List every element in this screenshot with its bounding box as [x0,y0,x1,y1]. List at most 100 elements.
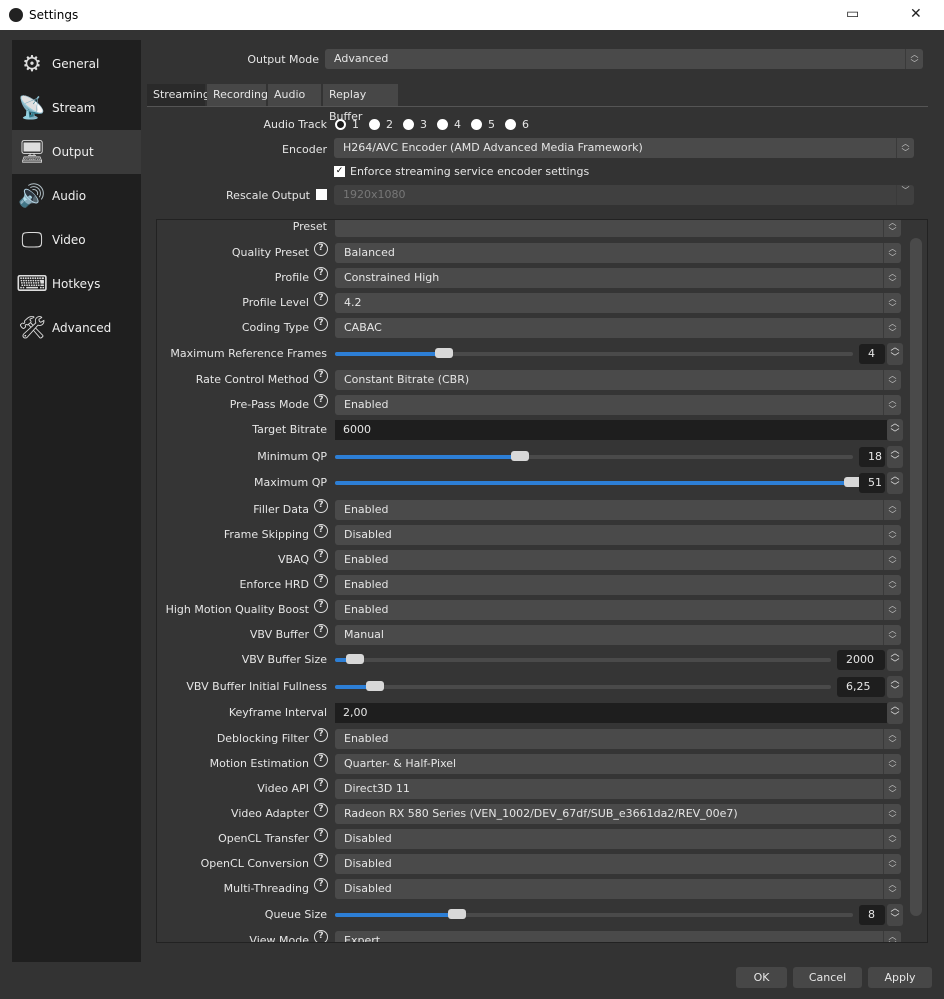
video-adapter-select[interactable]: Radeon RX 580 Series (VEN_1002/DEV_67df/… [335,804,901,824]
help-icon[interactable]: ? [314,878,328,892]
enforce-hrd-select[interactable]: Enabled ︿ ﹀ [335,575,901,595]
restore-icon[interactable]: ▭ [846,6,859,22]
maximum-reference-frames-spinbox[interactable]: 4 [859,344,885,364]
vbv-buffer-size-spinbox[interactable]: 2000 [837,650,885,670]
filler-data-select[interactable]: Enabled ︿ ﹀ [335,500,901,520]
help-icon[interactable]: ? [314,524,328,538]
slider-handle[interactable] [365,681,384,691]
audio-track-radio-6[interactable] [505,119,516,130]
rescale-checkbox[interactable] [316,189,327,200]
help-icon[interactable]: ? [314,778,328,792]
vbv-buffer-initial-fullness-spinbox[interactable]: 6,25 [837,677,885,697]
minimum-qp-spinbox[interactable]: 18 [859,447,885,467]
deblocking-filter-select[interactable]: Enabled ︿ ﹀ [335,729,901,749]
spin-arrows-icon[interactable]: ︿ ﹀ [887,446,903,468]
help-icon[interactable]: ? [314,803,328,817]
help-icon[interactable]: ? [314,292,328,306]
help-icon[interactable]: ? [314,930,328,942]
frame-skipping-select[interactable]: Disabled ︿ ﹀ [335,525,901,545]
spin-arrows-icon[interactable]: ︿ ﹀ [887,649,903,671]
tab-recording[interactable]: Recording [207,84,268,106]
slider-fill [335,455,520,459]
maximum-reference-frames-slider[interactable] [335,348,853,358]
opencl-transfer-select[interactable]: Disabled ︿ ﹀ [335,829,901,849]
audio-track-radio-3[interactable] [403,119,414,130]
help-icon[interactable]: ? [314,369,328,383]
sidebar-item-hotkeys[interactable]: ⌨ Hotkeys [12,262,141,306]
target-bitrate-input[interactable]: 6000 [335,420,887,440]
vbv-buffer-initial-fullness-slider[interactable] [335,681,831,691]
help-icon[interactable]: ? [314,549,328,563]
help-icon[interactable]: ? [314,599,328,613]
scrollbar[interactable] [910,238,922,916]
sidebar-item-stream[interactable]: 📡 Stream [12,86,141,130]
high-motion-quality-boost-select[interactable]: Enabled ︿ ﹀ [335,600,901,620]
sidebar-item-general[interactable]: ⚙ General [12,42,141,86]
minimum-qp-slider[interactable] [335,451,853,461]
encoder-select[interactable]: H264/AVC Encoder (AMD Advanced Media Fra… [334,138,914,158]
queue-size-slider[interactable] [335,909,853,919]
keyframe-interval-input[interactable]: 2,00 [335,703,887,723]
vbv-buffer-size-slider[interactable] [335,654,831,664]
help-icon[interactable]: ? [314,574,328,588]
target-bitrate-stepper[interactable]: ︿ ﹀ [887,419,903,441]
multi-threading-value: Disabled [344,882,392,895]
apply-button[interactable]: Apply [868,967,932,988]
audio-track-radio-4[interactable] [437,119,448,130]
spin-arrows-icon[interactable]: ︿ ﹀ [887,343,903,365]
sidebar-item-audio[interactable]: 🔊 Audio [12,174,141,218]
help-icon[interactable]: ? [314,853,328,867]
video-api-select[interactable]: Direct3D 11 ︿ ﹀ [335,779,901,799]
profile-select[interactable]: Constrained High ︿ ﹀ [335,268,901,288]
slider-handle[interactable] [447,909,466,919]
tab-replay-buffer[interactable]: Replay Buffer [323,84,398,123]
motion-estimation-select[interactable]: Quarter- & Half-Pixel ︿ ﹀ [335,754,901,774]
rescale-select[interactable]: 1920x1080 ﹀ [334,185,914,205]
sidebar-item-output[interactable]: 🖥 Output [12,130,141,174]
audio-track-radio-5[interactable] [471,119,482,130]
audio-track-radio-2[interactable] [369,119,380,130]
help-icon[interactable]: ? [314,624,328,638]
spin-arrows-icon[interactable]: ︿ ﹀ [887,472,903,494]
view-mode-select[interactable]: Expert ︿﹀ [335,931,901,942]
ok-button[interactable]: OK [736,967,787,988]
help-icon[interactable]: ? [314,394,328,408]
help-icon[interactable]: ? [314,267,328,281]
spin-arrows-icon[interactable]: ︿ ﹀ [887,676,903,698]
queue-size-spinbox[interactable]: 8 [859,905,885,925]
quality-preset-select[interactable]: Balanced ︿ ﹀ [335,243,901,263]
close-icon[interactable]: ✕ [910,6,922,22]
help-icon[interactable]: ? [314,317,328,331]
sidebar-item-video[interactable]: 🖵 Video [12,218,141,262]
keyframe-interval-stepper[interactable]: ︿ ﹀ [887,702,903,724]
preset-select[interactable]: ︿ ﹀ [335,220,901,237]
multi-threading-select[interactable]: Disabled ︿ ﹀ [335,879,901,899]
help-icon[interactable]: ? [314,753,328,767]
deblocking-filter-label: Deblocking Filter [216,732,309,745]
help-icon[interactable]: ? [314,499,328,513]
help-icon[interactable]: ? [314,242,328,256]
pre-pass-mode-select[interactable]: Enabled ︿ ﹀ [335,395,901,415]
help-icon[interactable]: ? [314,728,328,742]
pre-pass-mode-label: Pre-Pass Mode [229,398,309,411]
tab-streaming[interactable]: Streaming [147,84,210,106]
slider-handle[interactable] [510,451,529,461]
slider-handle[interactable] [345,654,364,664]
tab-audio[interactable]: Audio [268,84,321,106]
vbaq-select[interactable]: Enabled ︿ ﹀ [335,550,901,570]
updown-icon: ︿﹀ [883,370,901,390]
slider-handle[interactable] [434,348,453,358]
rate-control-method-select[interactable]: Constant Bitrate (CBR) ︿ ﹀ [335,370,901,390]
opencl-conversion-select[interactable]: Disabled ︿ ﹀ [335,854,901,874]
help-icon[interactable]: ? [314,828,328,842]
maximum-qp-spinbox[interactable]: 51 [859,473,885,493]
enforce-checkbox[interactable]: ✓ [334,166,345,177]
spin-arrows-icon[interactable]: ︿ ﹀ [887,904,903,926]
maximum-qp-slider[interactable] [335,477,862,487]
profile-level-select[interactable]: 4.2 ︿ ﹀ [335,293,901,313]
cancel-button[interactable]: Cancel [793,967,862,988]
coding-type-select[interactable]: CABAC ︿ ﹀ [335,318,901,338]
sidebar-item-advanced[interactable]: 🛠 Advanced [12,306,141,350]
output-mode-select[interactable]: Advanced ︿ ﹀ [325,49,923,69]
vbv-buffer-select[interactable]: Manual ︿ ﹀ [335,625,901,645]
